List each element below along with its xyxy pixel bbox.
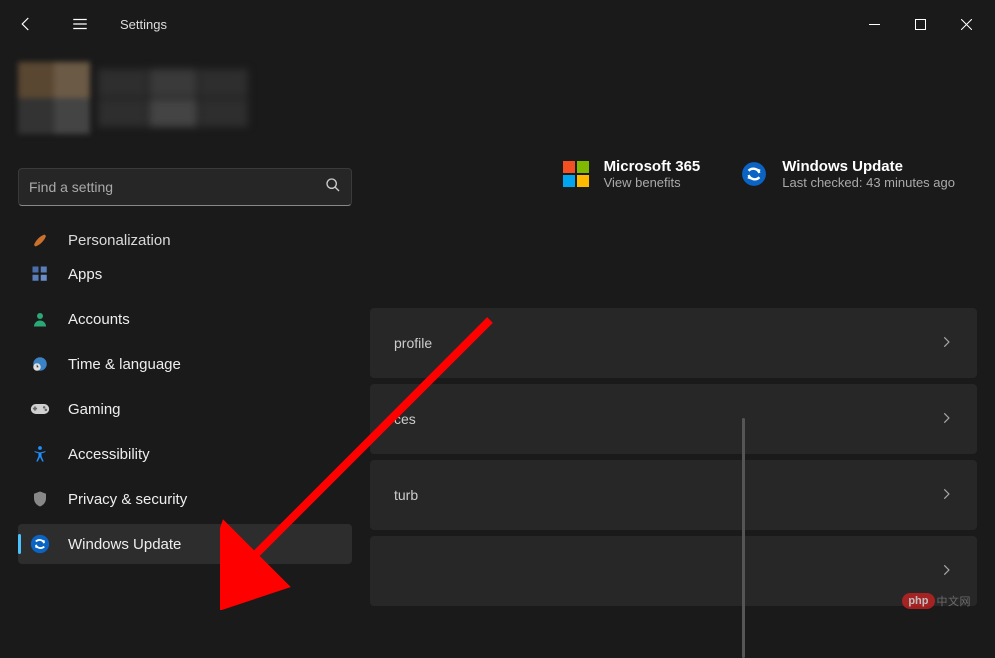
sidebar-item-personalization[interactable]: Personalization <box>18 223 352 249</box>
avatar <box>18 62 90 134</box>
minimize-icon <box>869 19 880 30</box>
sidebar-item-gaming[interactable]: Gaming <box>18 389 352 429</box>
shield-icon <box>30 489 50 509</box>
sidebar-item-label: Accessibility <box>68 446 150 463</box>
sidebar-item-accessibility[interactable]: Accessibility <box>18 434 352 474</box>
topcard-microsoft-365[interactable]: Microsoft 365 View benefits <box>562 158 701 190</box>
panel-label: turb <box>394 487 418 503</box>
watermark-badge: php <box>902 593 934 609</box>
globe-clock-icon <box>30 354 50 374</box>
close-icon <box>961 19 972 30</box>
sidebar-item-label: Accounts <box>68 311 130 328</box>
sidebar-nav: Personalization Apps Accounts Time & lan… <box>18 218 352 569</box>
settings-panel-item[interactable]: ces <box>370 384 977 454</box>
sidebar: Personalization Apps Accounts Time & lan… <box>0 48 370 625</box>
maximize-button[interactable] <box>897 8 943 40</box>
sidebar-item-label: Windows Update <box>68 536 181 553</box>
person-icon <box>30 309 50 329</box>
sidebar-item-privacy-security[interactable]: Privacy & security <box>18 479 352 519</box>
paintbrush-icon <box>30 229 50 249</box>
sidebar-item-label: Time & language <box>68 356 181 373</box>
microsoft-logo-icon <box>562 160 590 188</box>
user-profile-block[interactable] <box>18 58 352 138</box>
topcard-title: Windows Update <box>782 158 955 175</box>
sidebar-item-label: Apps <box>68 266 102 283</box>
settings-panel-item[interactable] <box>370 536 977 606</box>
chevron-right-icon <box>939 411 953 428</box>
titlebar: Settings <box>0 0 995 48</box>
arrow-left-icon <box>17 15 35 33</box>
sidebar-item-accounts[interactable]: Accounts <box>18 299 352 339</box>
apps-icon <box>30 264 50 284</box>
sidebar-item-label: Gaming <box>68 401 121 418</box>
settings-panel-item[interactable]: turb <box>370 460 977 530</box>
panel-label: ces <box>394 411 416 427</box>
search-icon <box>325 177 341 198</box>
panel-list: profile ces turb <box>370 308 977 606</box>
maximize-icon <box>915 19 926 30</box>
user-name-redacted <box>98 69 248 127</box>
panel-label: profile <box>394 335 432 351</box>
chevron-right-icon <box>939 487 953 504</box>
minimize-button[interactable] <box>851 8 897 40</box>
sidebar-item-time-language[interactable]: Time & language <box>18 344 352 384</box>
search-box[interactable] <box>18 168 352 206</box>
topcard-subtitle: Last checked: 43 minutes ago <box>782 175 955 190</box>
sidebar-item-label: Personalization <box>68 232 171 249</box>
close-button[interactable] <box>943 8 989 40</box>
search-input[interactable] <box>29 179 325 195</box>
chevron-right-icon <box>939 335 953 352</box>
sync-icon <box>740 160 768 188</box>
sidebar-item-label: Privacy & security <box>68 491 187 508</box>
back-button[interactable] <box>6 4 46 44</box>
sidebar-item-windows-update[interactable]: Windows Update <box>18 524 352 564</box>
settings-panel-item[interactable]: profile <box>370 308 977 378</box>
sync-icon <box>30 534 50 554</box>
main-content: Microsoft 365 View benefits Windows Upda… <box>370 48 995 625</box>
gamepad-icon <box>30 399 50 419</box>
accessibility-icon <box>30 444 50 464</box>
window-title: Settings <box>120 17 167 32</box>
topcard-subtitle: View benefits <box>604 175 701 190</box>
watermark-text: 中文网 <box>937 593 972 609</box>
topcard-title: Microsoft 365 <box>604 158 701 175</box>
topcard-windows-update[interactable]: Windows Update Last checked: 43 minutes … <box>740 158 955 190</box>
window-controls <box>851 8 989 40</box>
chevron-right-icon <box>939 563 953 580</box>
hamburger-icon <box>71 15 89 33</box>
sidebar-item-apps[interactable]: Apps <box>18 254 352 294</box>
scrollbar[interactable] <box>742 418 745 658</box>
nav-toggle-button[interactable] <box>60 4 100 44</box>
watermark: php 中文网 <box>902 593 971 609</box>
